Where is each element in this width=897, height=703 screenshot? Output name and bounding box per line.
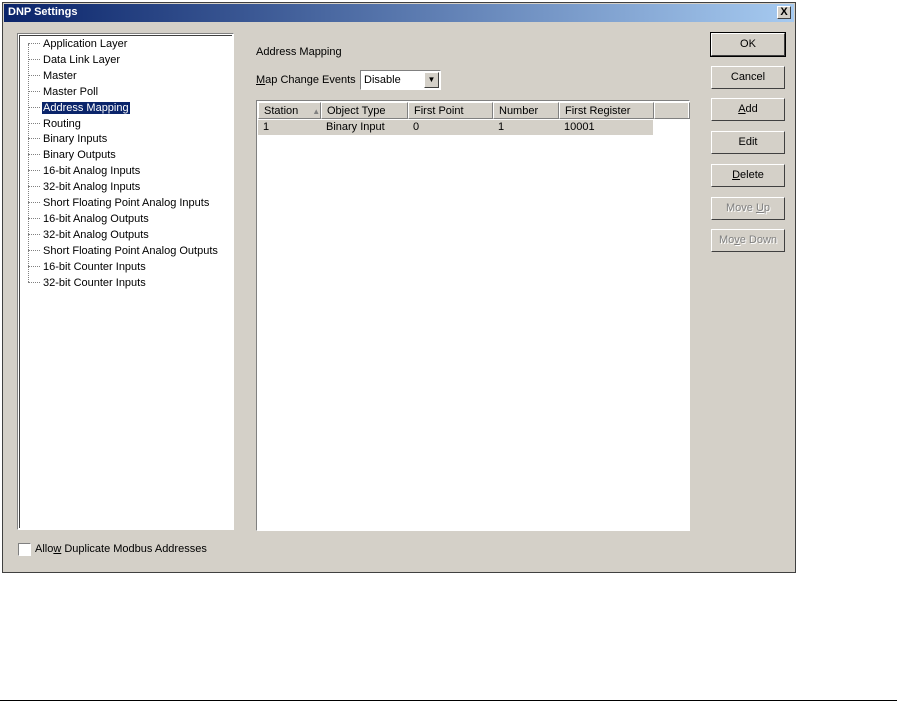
tree-item-label: Short Floating Point Analog Inputs	[43, 197, 210, 209]
column-header-station[interactable]: Station ▲	[258, 102, 321, 119]
select-value: Disable	[364, 74, 401, 86]
hotkey-d: D	[732, 169, 741, 181]
table-row[interactable]: 1 Binary Input 0 1 10001	[258, 120, 653, 135]
tree-item[interactable]: Binary Outputs	[28, 148, 117, 164]
close-button[interactable]: X	[777, 6, 791, 19]
map-change-events-label: Map Change Events	[256, 74, 356, 86]
tree-branch-icon	[28, 186, 40, 188]
cell-number: 1	[498, 121, 505, 133]
cell-first-point: 0	[413, 121, 420, 133]
tree-item[interactable]: Routing	[28, 117, 82, 133]
move-up-button[interactable]: Move Up	[711, 197, 785, 220]
tree-branch-icon	[28, 265, 40, 268]
dropdown-arrow-icon[interactable]: ▼	[424, 72, 439, 88]
tree-item-label: 32-bit Analog Outputs	[43, 228, 149, 241]
cancel-button[interactable]: Cancel	[711, 66, 785, 89]
tree-branch-icon	[28, 249, 40, 252]
hotkey-a: A	[738, 103, 746, 115]
tree-item[interactable]: 32-bit Analog Outputs	[28, 228, 150, 244]
button-label-pre: Mo	[718, 234, 735, 246]
label-pre: Allo	[35, 543, 54, 555]
tree-item[interactable]: 32-bit Counter Inputs	[28, 276, 147, 292]
tree-item-label: Data Link Layer	[43, 53, 121, 66]
tree-item[interactable]: Data Link Layer	[28, 53, 121, 69]
tree-branch-icon	[28, 90, 40, 93]
tree-item-label: Binary Inputs	[43, 133, 108, 146]
tree-item-label: 32-bit Counter Inputs	[43, 276, 146, 289]
hotkey-m: M	[256, 74, 266, 86]
tree-branch-icon	[28, 74, 40, 77]
title-bar: DNP Settings X	[4, 4, 794, 22]
move-down-button[interactable]: Move Down	[711, 229, 785, 252]
button-label-rest: elete	[740, 169, 764, 181]
button-label-post: e Down	[739, 234, 778, 246]
add-button[interactable]: Add	[711, 98, 785, 121]
tree-item-label: Short Floating Point Analog Outputs	[43, 244, 218, 257]
tree-item-label: 16-bit Counter Inputs	[43, 260, 146, 273]
tree-branch-icon	[28, 138, 40, 140]
cell-first-register: 10001	[564, 121, 595, 133]
tree-branch-icon	[28, 217, 40, 220]
tree-item[interactable]: Address Mapping	[28, 101, 130, 117]
map-change-events-select[interactable]: Disable ▼	[360, 70, 441, 90]
tree-branch-icon	[28, 154, 40, 156]
address-mapping-table[interactable]: Station ▲ Object Type First Point Number …	[256, 100, 690, 531]
tree-item-label: Routing	[43, 117, 81, 130]
tree-branch-icon	[28, 58, 40, 61]
section-title: Address Mapping	[256, 46, 342, 58]
delete-button[interactable]: Delete	[711, 164, 785, 187]
allow-duplicate-label[interactable]: Allow Duplicate Modbus Addresses	[35, 543, 207, 555]
hotkey-u: U	[755, 202, 764, 214]
tree-item[interactable]: Master	[28, 69, 78, 85]
column-label: Station	[264, 105, 299, 117]
settings-tree[interactable]: Application Layer Data Link Layer Master Ma…	[17, 33, 234, 530]
label-post: Duplicate Modbus Addresses	[61, 543, 207, 555]
sort-ascending-icon: ▲	[312, 107, 321, 116]
allow-duplicate-checkbox[interactable]	[18, 543, 31, 556]
column-header-first-register[interactable]: First Register	[559, 102, 654, 119]
tree-item[interactable]: Master Poll	[28, 85, 99, 101]
ok-button[interactable]: OK	[710, 32, 786, 57]
button-label-rest: dd	[745, 103, 758, 115]
tree-item[interactable]: 16-bit Counter Inputs	[28, 260, 147, 276]
tree-item-label: 32-bit Analog Inputs	[43, 181, 141, 194]
tree-item-label: 16-bit Analog Outputs	[43, 212, 149, 225]
tree-item[interactable]: Short Floating Point Analog Inputs	[28, 196, 210, 212]
dnp-settings-dialog: DNP Settings X Application Layer Data Lin…	[2, 2, 796, 573]
tree-branch-icon	[28, 281, 40, 284]
tree-item-label: Master Poll	[43, 85, 99, 98]
tree-branch-icon	[28, 106, 40, 109]
tree-item-label: Binary Outputs	[43, 149, 116, 162]
column-header-filler	[654, 102, 690, 119]
tree-branch-icon	[28, 122, 40, 125]
column-header-object-type[interactable]: Object Type	[321, 102, 408, 119]
tree-item[interactable]: Binary Inputs	[28, 132, 108, 148]
button-label-pre: Move	[725, 202, 756, 214]
tree-branch-icon	[28, 170, 40, 172]
tree-item-label: Master	[43, 69, 77, 82]
column-header-number[interactable]: Number	[493, 102, 559, 119]
column-header-first-point[interactable]: First Point	[408, 102, 493, 119]
edit-button[interactable]: Edit	[711, 131, 785, 154]
tree-item-label: 16-bit Analog Inputs	[43, 165, 141, 178]
tree-item[interactable]: Application Layer	[28, 37, 128, 53]
label-rest: ap Change Events	[265, 74, 356, 86]
tree-item[interactable]: 16-bit Analog Outputs	[28, 212, 150, 228]
table-header: Station ▲ Object Type First Point Number …	[258, 102, 690, 119]
tree-item[interactable]: 32-bit Analog Inputs	[28, 180, 141, 196]
cell-object-type: Binary Input	[326, 121, 385, 133]
tree-branch-icon	[28, 233, 40, 236]
tree-item-label: Address Mapping	[42, 101, 130, 114]
tree-item[interactable]: 16-bit Analog Inputs	[28, 164, 141, 180]
window-title: DNP Settings	[8, 6, 78, 18]
tree-item[interactable]: Short Floating Point Analog Outputs	[28, 244, 219, 260]
tree-branch-icon	[28, 43, 40, 45]
tree-item-label: Application Layer	[43, 38, 128, 50]
cell-station: 1	[263, 121, 270, 133]
page-divider	[0, 700, 897, 701]
button-label-post: p	[763, 202, 771, 214]
tree-branch-icon	[28, 202, 40, 204]
